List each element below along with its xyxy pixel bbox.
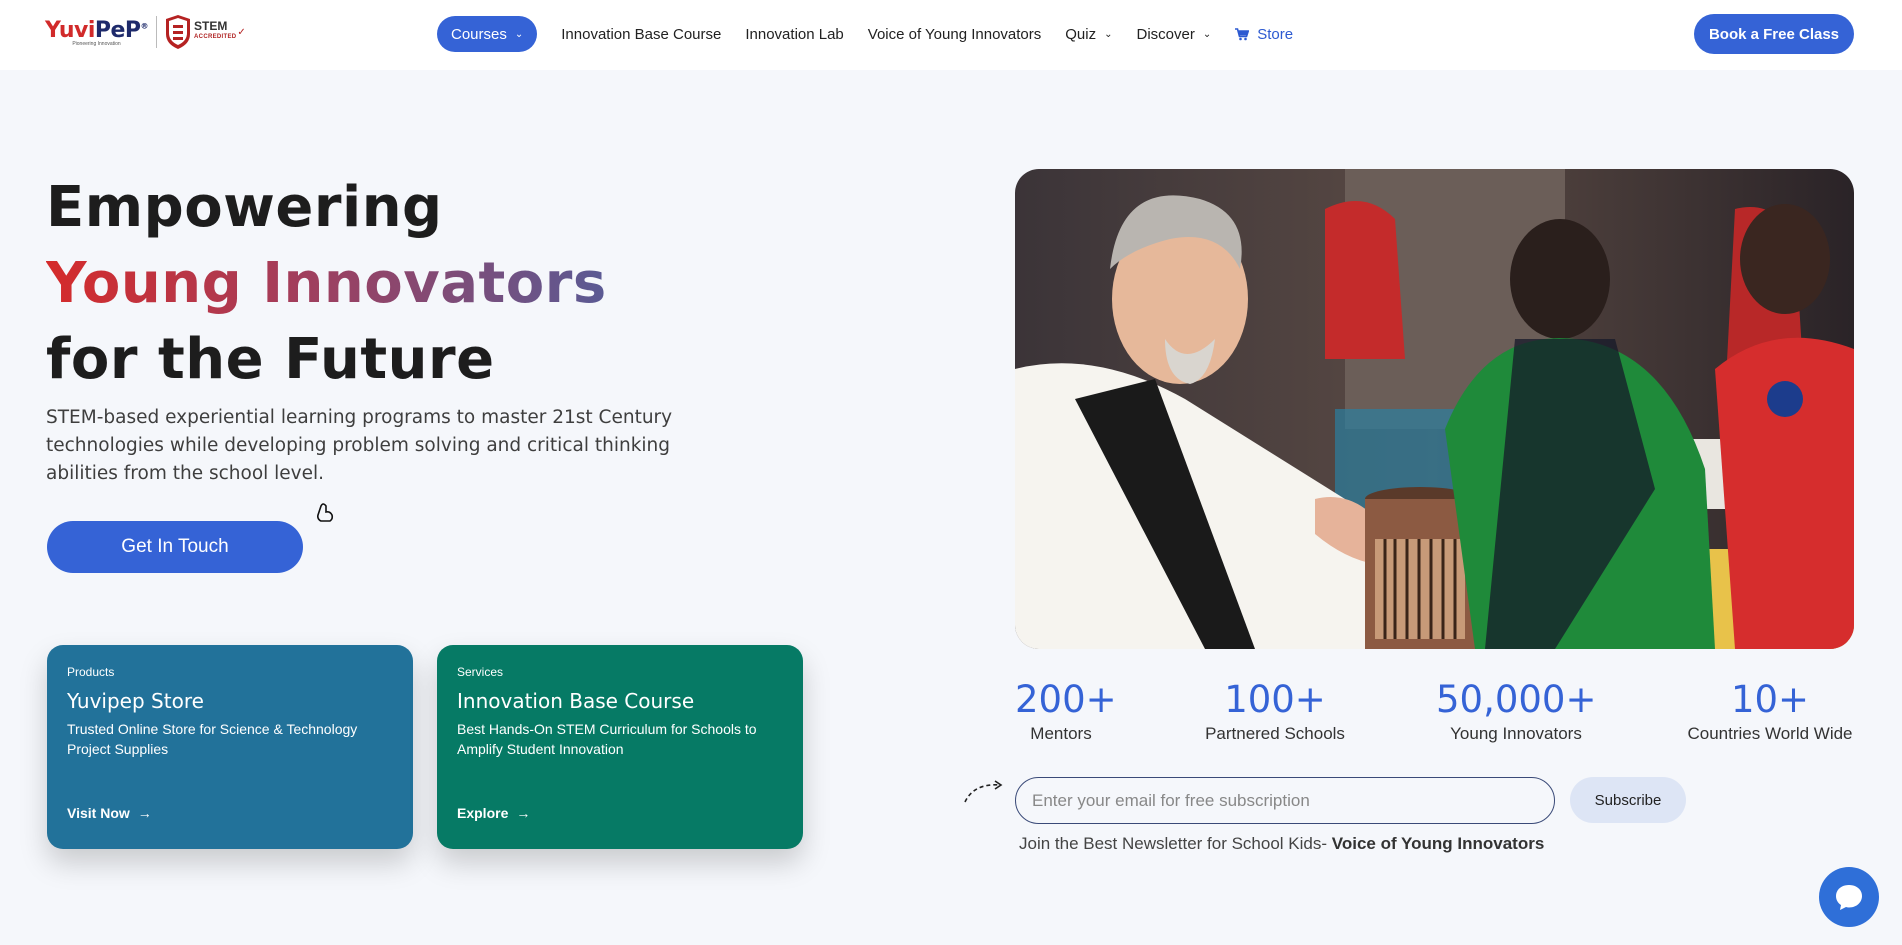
nav-quiz[interactable]: Quiz ⌄	[1065, 26, 1112, 43]
stem-subtitle: ACCREDITED	[194, 34, 237, 40]
cursor-icon	[317, 503, 334, 522]
chevron-down-icon: ⌄	[1202, 28, 1212, 40]
stem-title: STEM	[194, 19, 228, 33]
stat-label: Young Innovators	[1450, 724, 1582, 743]
chevron-down-icon: ⌄	[1104, 28, 1113, 40]
book-free-class-button[interactable]: Book a Free Class	[1694, 14, 1854, 54]
nav-label: Discover	[1136, 25, 1195, 43]
nav-innovation-base-course[interactable]: Innovation Base Course	[561, 26, 721, 43]
main-nav: Courses ⌄ Innovation Base Course Innovat…	[437, 16, 1293, 52]
stat-partnered-schools: 100+ Partnered Schools	[1203, 676, 1347, 744]
nav-label: Innovation Lab	[745, 25, 844, 43]
hero-heading-line3: for the Future	[46, 327, 495, 392]
nav-voice-of-young-innovators[interactable]: Voice of Young Innovators	[868, 26, 1041, 43]
nav-label: Store	[1257, 25, 1294, 43]
nav-store[interactable]: Store	[1235, 26, 1293, 43]
hero-heading-highlight: Young Innovators	[46, 251, 607, 316]
stat-young-innovators: 50,000+ Young Innovators	[1436, 676, 1596, 744]
newsletter-note: Join the Best Newsletter for School Kids…	[1019, 834, 1544, 854]
stat-label: Mentors	[1030, 724, 1092, 743]
card-description: Best Hands-On STEM Curriculum for School…	[457, 721, 757, 757]
brand-logo[interactable]: YuviPeP®	[45, 17, 149, 43]
stat-label: Countries World Wide	[1687, 724, 1853, 743]
stat-value: 100+	[1224, 678, 1326, 721]
nav-label: Quiz	[1065, 25, 1097, 43]
stat-value: 200+	[1015, 678, 1117, 721]
stat-value: 50,000+	[1436, 678, 1597, 721]
stat-mentors: 200+ Mentors	[1015, 676, 1117, 744]
stat-label: Partnered Schools	[1205, 724, 1345, 743]
newsletter-note-text: Join the Best Newsletter for School Kids…	[1019, 834, 1328, 853]
card-description: Trusted Online Store for Science & Techn…	[67, 721, 358, 757]
hero-photo	[1015, 169, 1854, 649]
chevron-down-icon: ⌄	[514, 28, 524, 40]
card-title: Innovation Base Course	[457, 689, 695, 713]
logo-registered: ®	[140, 21, 149, 31]
nav-courses[interactable]: Courses ⌄	[437, 16, 538, 52]
innovation-course-card[interactable]: Services Innovation Base Course Best Han…	[437, 645, 803, 849]
card-tag: Products	[67, 665, 115, 679]
hero-description: STEM-based experiential learning program…	[46, 407, 673, 484]
store-card[interactable]: Products Yuvipep Store Trusted Online St…	[47, 645, 413, 849]
logo[interactable]: YuviPeP® Pioneering Innovation STEM ACCR…	[45, 14, 246, 50]
get-in-touch-button[interactable]: Get In Touch	[47, 521, 303, 573]
stat-value: 10+	[1730, 678, 1810, 721]
visit-now-link[interactable]: Visit Now →	[67, 805, 152, 821]
site-header: YuviPeP® Pioneering Innovation STEM ACCR…	[0, 0, 1902, 70]
stat-countries: 10+ Countries World Wide	[1684, 676, 1856, 744]
subscribe-button[interactable]: Subscribe	[1570, 777, 1686, 823]
hero-heading: Empowering Young Innovators for the Futu…	[46, 170, 607, 398]
arrow-right-icon: →	[137, 805, 152, 821]
card-link-label: Explore	[457, 805, 509, 821]
card-link-label: Visit Now	[67, 805, 130, 821]
newsletter-note-highlight: Voice of Young Innovators	[1331, 834, 1545, 853]
nav-innovation-lab[interactable]: Innovation Lab	[745, 26, 843, 43]
stem-accredited-badge: STEM ACCREDITED ✓	[165, 14, 246, 50]
nav-discover[interactable]: Discover ⌄	[1137, 26, 1212, 43]
dashed-arrow-icon	[964, 780, 1003, 803]
hero-heading-line1: Empowering	[46, 175, 443, 240]
card-tag: Services	[457, 665, 504, 679]
check-icon: ✓	[237, 26, 246, 38]
mentor-with-students-image	[1015, 169, 1854, 649]
chat-icon	[1836, 885, 1862, 910]
nav-label: Innovation Base Course	[561, 25, 722, 43]
explore-link[interactable]: Explore →	[457, 805, 530, 821]
stem-shield-icon	[166, 15, 191, 49]
nav-label: Voice of Young Innovators	[867, 25, 1042, 43]
logo-text-right: PeP	[94, 17, 141, 43]
logo-text-left: Yuvi	[45, 17, 95, 43]
arrow-right-icon: →	[516, 805, 531, 821]
card-title: Yuvipep Store	[67, 689, 204, 713]
logo-divider	[156, 16, 158, 48]
chat-button[interactable]	[1819, 867, 1879, 927]
email-subscription-input[interactable]	[1015, 777, 1555, 824]
nav-courses-label: Courses	[451, 25, 507, 43]
cart-icon	[1235, 27, 1250, 40]
